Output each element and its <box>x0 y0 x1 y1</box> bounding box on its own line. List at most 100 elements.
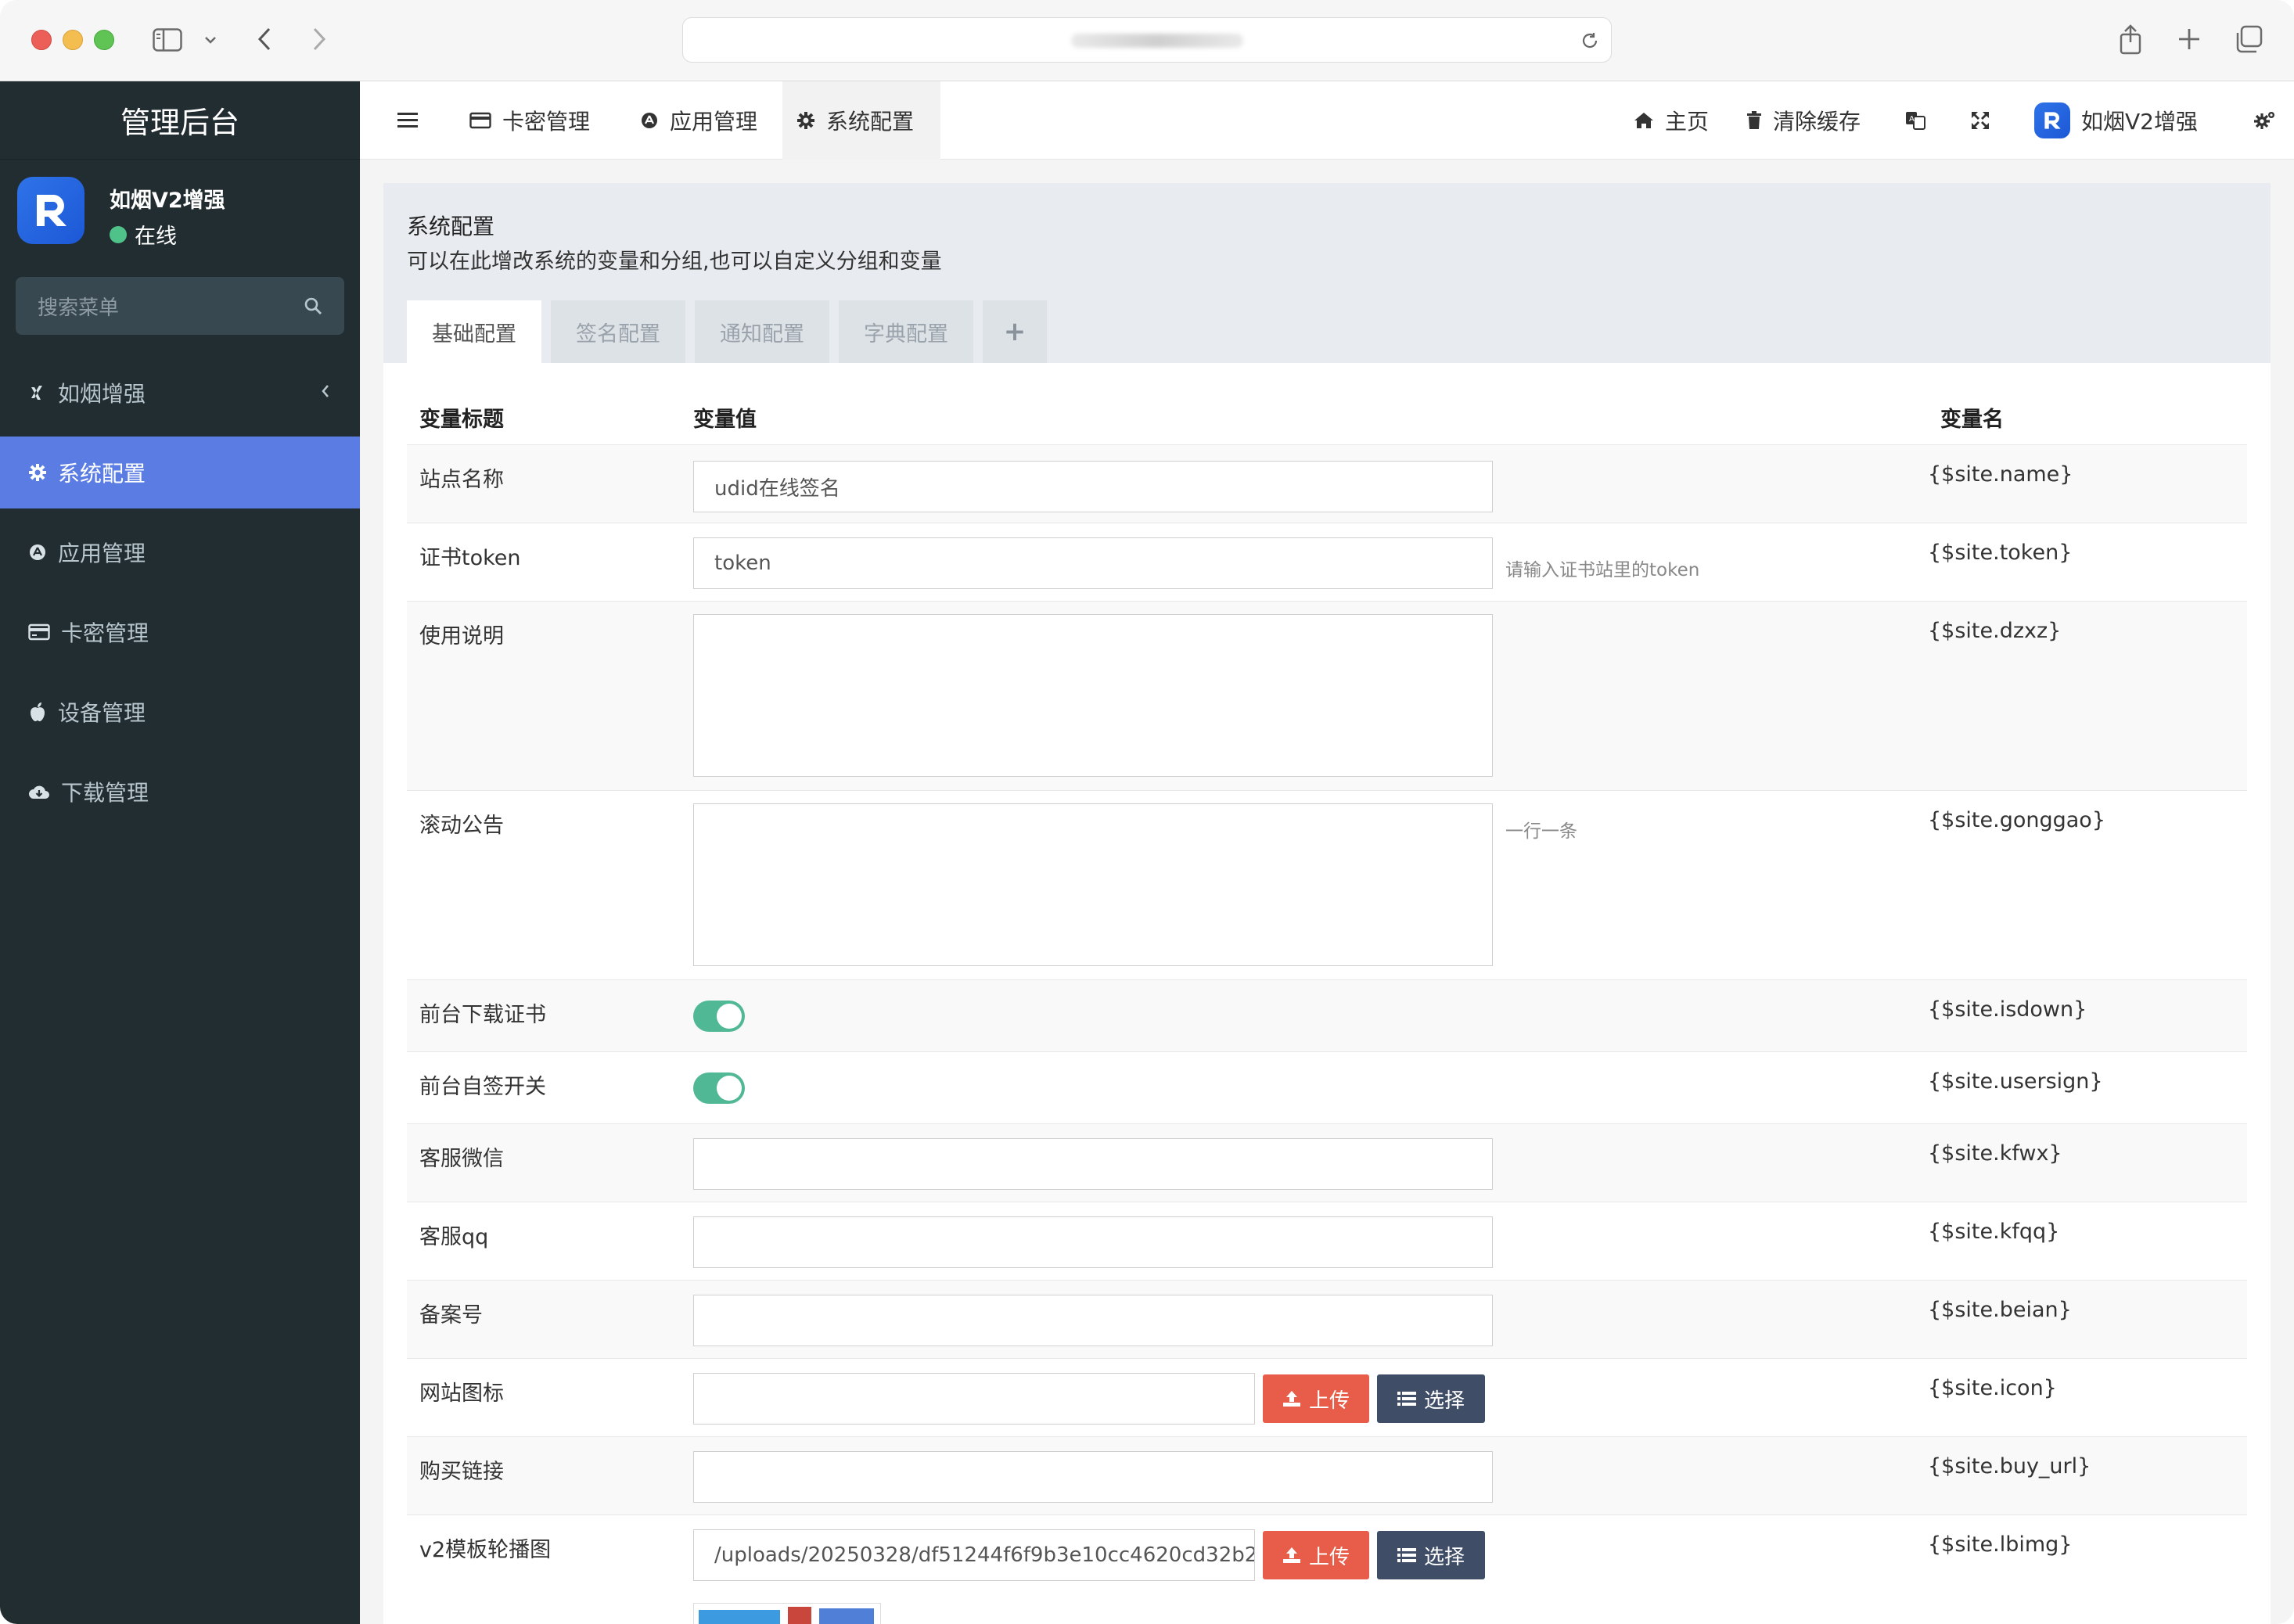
address-bar[interactable] <box>682 17 1612 63</box>
home-label: 主页 <box>1665 109 1710 135</box>
sidebar-item-label: 设备管理 <box>58 700 146 726</box>
table-row: 使用说明 {$site.dzxz} <box>407 601 2247 790</box>
sidebar-item-label: 应用管理 <box>58 541 146 566</box>
tab-basic-config[interactable]: 基础配置 <box>407 300 541 363</box>
svg-text:A: A <box>1909 115 1915 124</box>
list-icon <box>1397 1548 1416 1562</box>
row-label: 备案号 <box>419 1303 483 1328</box>
header-variable-title: 变量标题 <box>419 408 504 432</box>
cloud-download-icon <box>29 785 49 799</box>
clear-cache-button[interactable]: 清除缓存 <box>1732 81 1875 160</box>
table-row: 网站图标 上传 选择 {$site.icon} <box>407 1358 2247 1436</box>
row-variable-name: {$site.name} <box>1928 462 2073 487</box>
tab-card-management[interactable]: 卡密管理 <box>455 81 604 160</box>
choose-button[interactable]: 选择 <box>1377 1531 1485 1579</box>
self-sign-toggle[interactable] <box>693 1072 745 1104</box>
browser-window: 管理后台 如烟V2增强 在线 搜索菜单 如烟增强 系统配置 应用管理 卡密管理 … <box>0 0 2294 1624</box>
service-wechat-input[interactable] <box>693 1138 1493 1190</box>
sidebar-title[interactable]: 管理后台 <box>0 81 360 160</box>
new-tab-icon[interactable] <box>2175 25 2203 53</box>
sidebar-item-device-management[interactable]: 设备管理 <box>0 676 360 748</box>
home-link[interactable]: 主页 <box>1620 81 1723 160</box>
sidebar-item-ruyan[interactable]: 如烟增强 <box>0 357 360 429</box>
carousel-image-input[interactable]: /uploads/20250328/df51244f6f9b3e10cc4620… <box>693 1529 1255 1581</box>
home-icon <box>1634 113 1653 128</box>
tab-dictionary-config[interactable]: 字典配置 <box>839 300 973 363</box>
usage-notes-textarea[interactable] <box>693 614 1493 777</box>
sidebar: 管理后台 如烟V2增强 在线 搜索菜单 如烟增强 系统配置 应用管理 卡密管理 … <box>0 81 360 1624</box>
back-arrow-icon[interactable] <box>250 23 279 55</box>
row-variable-name: {$site.lbimg} <box>1928 1532 2073 1557</box>
table-row: 客服微信 {$site.kfwx} <box>407 1123 2247 1202</box>
table-row: 前台下载证书 {$site.isdown} <box>407 979 2247 1051</box>
tab-app-management[interactable]: 应用管理 <box>626 81 771 160</box>
choose-label: 选择 <box>1423 1389 1465 1413</box>
share-icon[interactable] <box>2117 22 2144 56</box>
table-row: 客服qq {$site.kfqq} <box>407 1202 2247 1280</box>
hamburger-menu-button[interactable] <box>383 81 432 160</box>
sidebar-item-card-management[interactable]: 卡密管理 <box>0 596 360 668</box>
user-menu[interactable]: 如烟V2增强 <box>2020 81 2212 160</box>
panel-title: 系统配置 <box>407 214 495 239</box>
service-qq-input[interactable] <box>693 1216 1493 1268</box>
tab-notification-config[interactable]: 通知配置 <box>695 300 829 363</box>
credit-card-icon <box>28 623 50 641</box>
row-label: 证书token <box>419 546 521 570</box>
tab-signature-config[interactable]: 签名配置 <box>551 300 685 363</box>
site-icon-input[interactable] <box>693 1373 1255 1425</box>
avatar <box>2034 102 2070 138</box>
header-variable-name: 变量名 <box>1940 408 2004 432</box>
translate-button[interactable]: A <box>1890 81 1940 160</box>
row-variable-name: {$site.token} <box>1928 541 2073 565</box>
choose-button[interactable]: 选择 <box>1377 1374 1485 1423</box>
sidebar-item-system-config[interactable]: 系统配置 <box>0 437 360 508</box>
icp-number-input[interactable] <box>693 1295 1493 1346</box>
row-label: 使用说明 <box>419 624 504 649</box>
tab-label: 系统配置 <box>826 109 915 135</box>
chevron-left-icon <box>322 385 329 397</box>
row-label: 站点名称 <box>419 468 504 492</box>
upload-button[interactable]: 上传 <box>1263 1531 1369 1579</box>
sidebar-item-app-management[interactable]: 应用管理 <box>0 516 360 588</box>
tab-label: 应用管理 <box>670 109 758 135</box>
close-window-button[interactable] <box>31 30 52 50</box>
app-store-icon <box>642 113 657 128</box>
carousel-thumbnail[interactable] <box>693 1603 881 1624</box>
download-cert-toggle[interactable] <box>693 1001 745 1032</box>
maximize-window-button[interactable] <box>94 30 114 50</box>
row-variable-name: {$site.icon} <box>1928 1376 2057 1400</box>
choose-label: 选择 <box>1423 1545 1465 1569</box>
buy-url-input[interactable] <box>693 1451 1493 1503</box>
add-tab-button[interactable]: + <box>983 300 1047 363</box>
chevron-down-icon[interactable] <box>202 31 219 49</box>
panel-heading: 系统配置 可以在此增改系统的变量和分组,也可以自定义分组和变量 基础配置 签名配… <box>383 183 2271 363</box>
reload-icon[interactable] <box>1580 31 1600 51</box>
forward-arrow-icon[interactable] <box>305 23 333 55</box>
row-label: 前台下载证书 <box>419 1003 546 1027</box>
username-label: 如烟V2增强 <box>2081 109 2198 135</box>
fullscreen-button[interactable] <box>1956 81 2005 160</box>
tab-overview-icon[interactable] <box>2233 23 2264 55</box>
sidebar-item-download-management[interactable]: 下载管理 <box>0 756 360 828</box>
sidebar-item-label: 如烟增强 <box>58 381 146 407</box>
sidebar-item-label: 下载管理 <box>61 780 149 806</box>
menu-search-input[interactable]: 搜索菜单 <box>16 277 344 335</box>
online-dot-icon <box>110 225 127 243</box>
user-panel: 如烟V2增强 在线 <box>0 160 360 277</box>
announcement-textarea[interactable] <box>693 803 1493 966</box>
table-row: 滚动公告 一行一条 {$site.gonggao} <box>407 790 2247 979</box>
upload-icon <box>1282 1547 1300 1563</box>
search-icon[interactable] <box>304 296 322 315</box>
sidebar-toggle-icon[interactable] <box>152 27 183 53</box>
settings-button[interactable] <box>2239 81 2291 160</box>
row-label: 滚动公告 <box>419 814 504 838</box>
clear-cache-label: 清除缓存 <box>1773 109 1861 135</box>
tab-system-config[interactable]: 系统配置 <box>782 81 940 160</box>
token-input[interactable]: token <box>693 537 1493 589</box>
row-label: 前台自签开关 <box>419 1075 546 1099</box>
upload-icon <box>1282 1391 1300 1407</box>
upload-button[interactable]: 上传 <box>1263 1374 1369 1423</box>
user-name: 如烟V2增强 <box>110 189 225 213</box>
site-name-input[interactable]: udid在线签名 <box>693 461 1493 512</box>
minimize-window-button[interactable] <box>63 30 83 50</box>
